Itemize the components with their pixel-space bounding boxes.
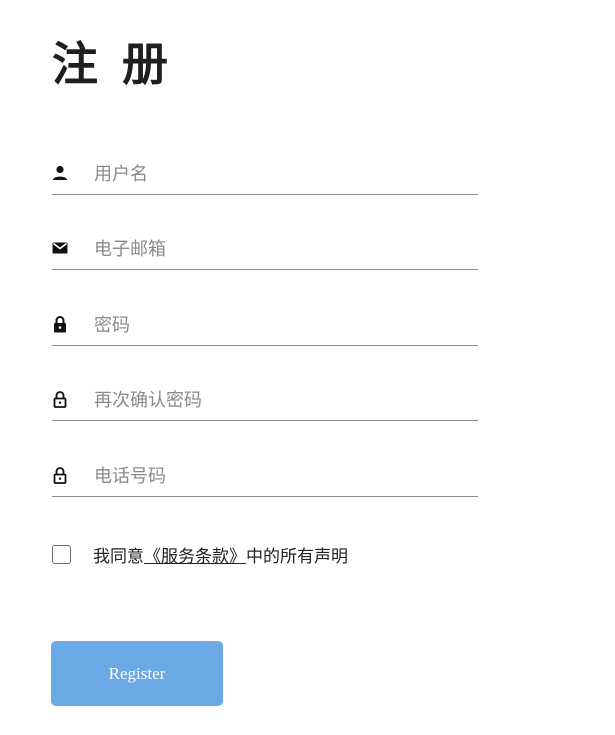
terms-suffix: 中的所有声明 — [246, 546, 348, 567]
lock-outline-icon — [52, 389, 68, 409]
password-input[interactable] — [94, 310, 474, 340]
terms-checkbox[interactable] — [52, 544, 71, 564]
user-icon — [52, 163, 68, 183]
lock-icon — [52, 314, 68, 334]
phone-field-row — [52, 457, 478, 497]
email-field-row — [52, 230, 478, 270]
register-page: 注 册 用户名 电子邮箱 电话号码 我同意《服务条款》中的所有声明 Regist… — [0, 0, 615, 735]
phone-input[interactable] — [94, 461, 474, 491]
terms-link[interactable]: 《服务条款》 — [144, 547, 246, 567]
page-title: 注 册 — [52, 37, 173, 91]
terms-text: 我同意《服务条款》中的所有声明 — [93, 542, 348, 567]
mail-icon — [52, 238, 68, 258]
confirm-password-field-row — [52, 381, 478, 421]
register-button[interactable]: Register — [51, 641, 223, 706]
email-input[interactable] — [94, 234, 474, 264]
terms-agreement: 我同意《服务条款》中的所有声明 — [52, 542, 348, 567]
password-field-row — [52, 306, 478, 346]
lock-outline-icon — [52, 465, 68, 485]
username-input[interactable] — [94, 159, 474, 189]
username-field-row — [52, 155, 478, 195]
terms-prefix: 我同意 — [93, 546, 144, 567]
confirm-password-input[interactable] — [94, 385, 474, 415]
